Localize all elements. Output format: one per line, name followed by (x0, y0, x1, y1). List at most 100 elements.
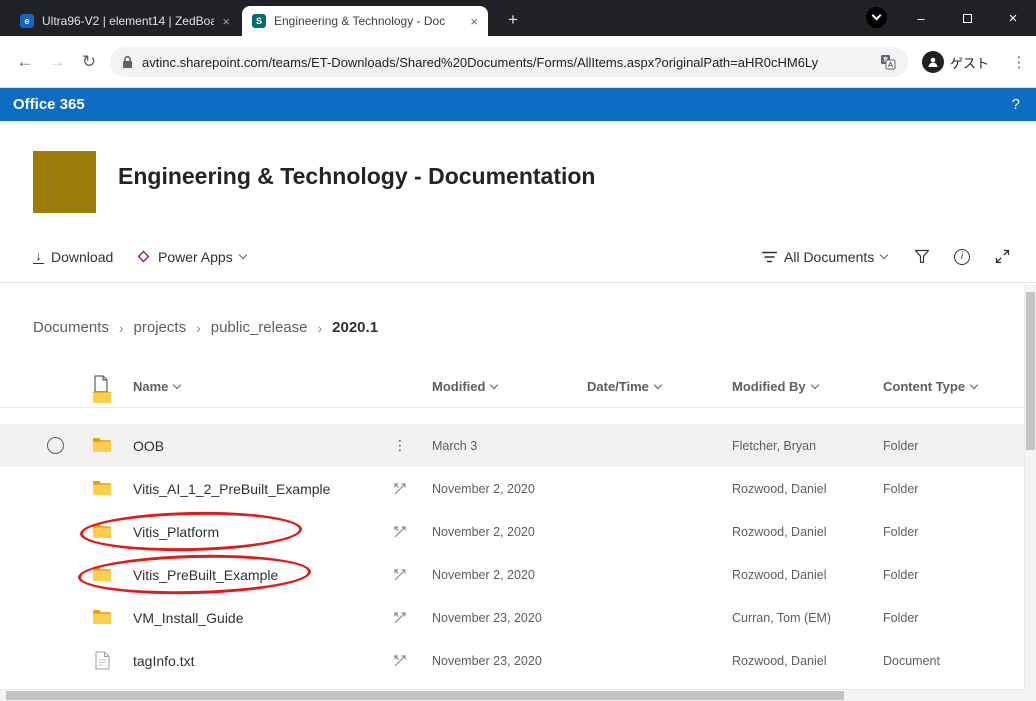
breadcrumb-separator: › (317, 320, 322, 336)
column-header-name[interactable]: Name (133, 379, 180, 394)
chevron-down-circle-button[interactable] (866, 7, 887, 28)
folder-icon (92, 437, 112, 453)
sharing-status-icon (389, 510, 411, 553)
modified-value: November 2, 2020 (432, 510, 535, 553)
filter-button[interactable] (908, 231, 936, 282)
content-type-value: Folder (883, 424, 918, 467)
content-type-value: Document (883, 639, 940, 682)
folder-name-link[interactable]: OOB (133, 424, 164, 467)
breadcrumb-item-public-release[interactable]: public_release (211, 319, 308, 336)
info-icon: i (954, 249, 970, 265)
view-selector-label: All Documents (784, 249, 874, 265)
sharepoint-favicon: S (252, 14, 266, 28)
breadcrumb: Documents › projects › public_release › … (33, 319, 378, 336)
modified-value: November 2, 2020 (432, 467, 535, 510)
modified-by-value: Rozwood, Daniel (732, 553, 827, 596)
chevron-down-icon (872, 11, 882, 21)
content-type-value: Folder (883, 553, 918, 596)
horizontal-scrollbar-thumb[interactable] (6, 691, 844, 700)
folder-name-link[interactable]: Vitis_Platform (133, 510, 219, 553)
office365-suite-bar: Office 365 ? (0, 88, 1036, 121)
office365-home-link[interactable]: Office 365 (13, 88, 85, 121)
maximize-icon (963, 14, 972, 23)
view-selector-button[interactable]: All Documents (762, 231, 887, 282)
tab-favicon: e (20, 14, 34, 28)
chevron-down-icon (490, 381, 498, 389)
content-type-value: Folder (883, 596, 918, 639)
fullscreen-button[interactable] (988, 231, 1016, 282)
breadcrumb-item-projects[interactable]: projects (134, 319, 187, 336)
browser-profile-button[interactable]: ゲスト (922, 47, 989, 77)
text-file-icon (95, 651, 110, 670)
download-button[interactable]: ↓ Download (33, 231, 113, 282)
modified-by-value: Fletcher, Bryan (732, 424, 816, 467)
folder-name-link[interactable]: Vitis_AI_1_2_PreBuilt_Example (133, 467, 330, 510)
chevron-down-icon (238, 251, 246, 259)
tab-close-icon[interactable]: × (222, 14, 230, 29)
translate-icon[interactable] (880, 54, 896, 70)
scrolled-row-peek (92, 392, 114, 406)
modified-value: November 2, 2020 (432, 553, 535, 596)
tab-title: Engineering & Technology - Doc (274, 14, 462, 28)
lock-icon (122, 55, 133, 69)
download-label: Download (51, 249, 113, 265)
table-row[interactable]: VM_Install_Guide November 23, 2020 Curra… (0, 596, 1024, 639)
back-button[interactable]: ← (10, 36, 40, 87)
site-header: Engineering & Technology - Documentation (0, 121, 1036, 231)
row-more-actions-button[interactable]: ⋮ (389, 424, 411, 467)
browser-tab-active[interactable]: S Engineering & Technology - Doc × (242, 6, 488, 36)
view-options-icon (762, 251, 777, 263)
power-apps-label: Power Apps (158, 249, 233, 265)
window-maximize-button[interactable] (944, 0, 990, 36)
help-button[interactable]: ? (1012, 88, 1020, 121)
sharing-status-icon (389, 553, 411, 596)
chevron-down-icon (970, 381, 978, 389)
table-row[interactable]: Vitis_PreBuilt_Example November 2, 2020 … (0, 553, 1024, 596)
column-header-datetime[interactable]: Date/Time (587, 379, 661, 394)
column-header-content-type[interactable]: Content Type (883, 379, 977, 394)
modified-by-value: Rozwood, Daniel (732, 639, 827, 682)
browser-menu-button[interactable]: ⋮ (1006, 36, 1032, 87)
power-apps-button[interactable]: Power Apps (136, 231, 246, 282)
modified-value: November 23, 2020 (432, 639, 542, 682)
folder-name-link[interactable]: VM_Install_Guide (133, 596, 244, 639)
column-header-modified-by[interactable]: Modified By (732, 379, 818, 394)
modified-by-value: Rozwood, Daniel (732, 467, 827, 510)
file-name-link[interactable]: tagInfo.txt (133, 639, 194, 682)
browser-titlebar: e Ultra96-V2 | element14 | ZedBoa × S En… (0, 0, 1036, 36)
table-row[interactable]: Vitis_Platform November 2, 2020 Rozwood,… (0, 510, 1024, 553)
table-row[interactable]: OOB ⋮ March 3 Fletcher, Bryan Folder (0, 424, 1024, 467)
chevron-down-icon (173, 381, 181, 389)
vertical-scrollbar[interactable] (1024, 284, 1036, 689)
browser-tab-inactive[interactable]: e Ultra96-V2 | element14 | ZedBoa × (10, 6, 240, 36)
forward-button[interactable]: → (42, 36, 72, 87)
breadcrumb-item-documents[interactable]: Documents (33, 319, 109, 336)
details-pane-button[interactable]: i (948, 231, 976, 282)
command-bar: ↓ Download Power Apps All Documents i (0, 231, 1036, 283)
address-bar[interactable]: avtinc.sharepoint.com/teams/ET-Downloads… (110, 47, 908, 77)
horizontal-scrollbar[interactable] (0, 689, 1024, 701)
folder-icon (92, 566, 112, 582)
window-minimize-button[interactable]: – (898, 0, 944, 36)
tab-close-icon[interactable]: × (470, 14, 478, 29)
content-type-value: Folder (883, 467, 918, 510)
chevron-down-icon (880, 251, 888, 259)
vertical-scrollbar-thumb[interactable] (1026, 292, 1035, 450)
new-tab-button[interactable]: + (500, 7, 526, 33)
table-row[interactable]: Vitis_AI_1_2_PreBuilt_Example November 2… (0, 467, 1024, 510)
chevron-down-icon (654, 381, 662, 389)
funnel-icon (914, 249, 930, 264)
table-row[interactable]: tagInfo.txt November 23, 2020 Rozwood, D… (0, 639, 1024, 682)
column-header-modified[interactable]: Modified (432, 379, 497, 394)
folder-name-link[interactable]: Vitis_PreBuilt_Example (133, 553, 278, 596)
sharing-status-icon (389, 639, 411, 682)
folder-icon (92, 523, 112, 539)
tab-title: Ultra96-V2 | element14 | ZedBoa (42, 14, 214, 28)
row-select-radio[interactable] (47, 437, 64, 454)
site-logo[interactable] (33, 151, 96, 213)
refresh-button[interactable]: ↻ (74, 36, 104, 87)
download-icon: ↓ (33, 249, 44, 265)
window-close-button[interactable]: × (990, 0, 1036, 36)
modified-by-value: Curran, Tom (EM) (732, 596, 831, 639)
header-divider (0, 407, 1024, 408)
